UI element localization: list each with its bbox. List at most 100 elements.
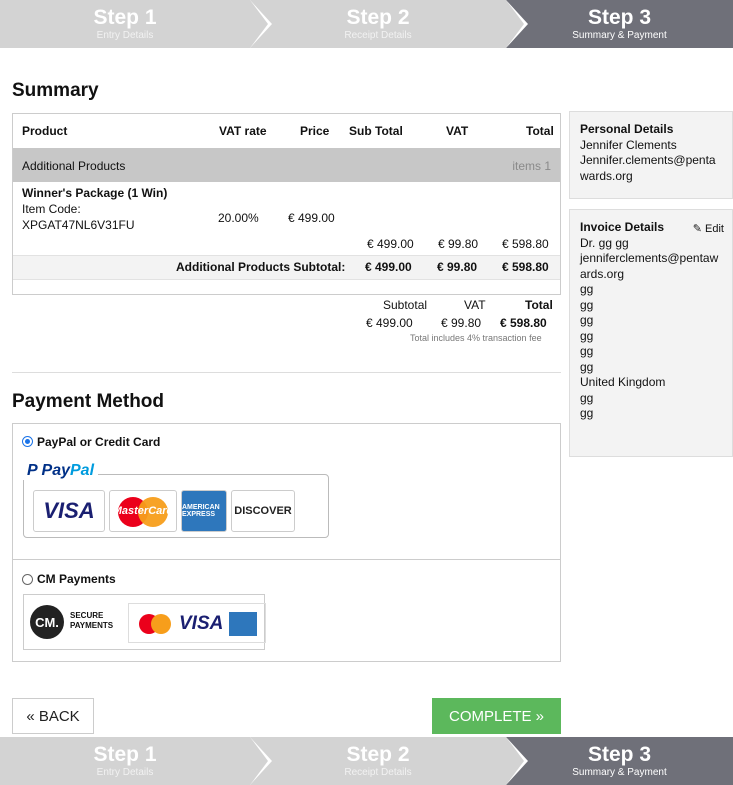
- totals-total: € 598.80: [500, 316, 547, 330]
- totals-subtotal: € 499.00: [366, 316, 413, 330]
- cm-payments-radio[interactable]: [22, 574, 33, 585]
- paypal-logo-pay: Pay: [41, 462, 70, 479]
- item-vat: € 99.80: [438, 237, 479, 251]
- payment-method-heading: Payment Method: [12, 391, 165, 412]
- group-subtotal-sub-total: € 499.00: [365, 260, 412, 274]
- group-name: Additional Products: [22, 159, 126, 173]
- summary-heading: Summary: [12, 80, 99, 101]
- group-subtotal-total: € 598.80: [502, 260, 549, 274]
- transaction-fee-note: Total includes 4% transaction fee: [410, 333, 542, 343]
- personal-email-line2: wards.org: [580, 168, 633, 183]
- personal-details-panel: Personal Details Jennifer Clements Jenni…: [569, 111, 733, 199]
- group-subtotal-vat: € 99.80: [437, 260, 478, 274]
- group-subtotal-label: Additional Products Subtotal:: [176, 260, 346, 274]
- totals-vat-label: VAT: [464, 298, 486, 312]
- step-3: Step 3 Summary & Payment: [506, 737, 733, 785]
- cm-payments-option-label[interactable]: CM Payments: [37, 572, 116, 586]
- step-1-label: Entry Details: [96, 767, 154, 778]
- invoice-line: gg: [580, 297, 594, 312]
- invoice-line: gg: [580, 328, 594, 343]
- paypal-logo-pal: Pal: [70, 462, 95, 479]
- cm-payments-logos: CM. SECURE PAYMENTS VISA: [23, 594, 266, 650]
- personal-details-title: Personal Details: [580, 122, 674, 136]
- step-3: Step 3 Summary & Payment: [506, 0, 733, 48]
- col-vat-rate: VAT rate: [219, 124, 267, 138]
- item-code: XPGAT47NL6V31FU: [22, 218, 135, 232]
- col-vat: VAT: [446, 124, 469, 138]
- paypal-radio[interactable]: [22, 436, 33, 447]
- cm-text-line2: PAYMENTS: [70, 621, 114, 630]
- invoice-line: gg: [580, 390, 594, 405]
- invoice-country: United Kingdom: [580, 375, 666, 389]
- invoice-edit-label: Edit: [705, 223, 724, 235]
- amex-small-icon: [229, 612, 257, 636]
- group-subtotal-row: Additional Products Subtotal: € 499.00 €…: [13, 255, 560, 280]
- step-1: Step 1 Entry Details: [0, 737, 272, 785]
- paypal-option-label[interactable]: PayPal or Credit Card: [37, 435, 160, 449]
- step-2: Step 2 Receipt Details: [250, 0, 528, 48]
- invoice-line: Dr. gg gg: [580, 235, 629, 250]
- totals-vat: € 99.80: [441, 316, 482, 330]
- step-1-number: Step 1: [93, 6, 157, 29]
- item-sub-total: € 499.00: [367, 237, 414, 251]
- mastercard-logo-text: MasterCard: [112, 505, 174, 517]
- col-sub-total: Sub Total: [349, 124, 403, 138]
- step-2-number: Step 2: [346, 743, 410, 766]
- group-count: items 1: [512, 159, 551, 173]
- step-3-label: Summary & Payment: [572, 30, 667, 41]
- mastercard-small-icon-2: [151, 614, 171, 634]
- step-2: Step 2 Receipt Details: [250, 737, 528, 785]
- step-1-label: Entry Details: [96, 30, 154, 41]
- item-total: € 598.80: [502, 237, 549, 251]
- invoice-line: gg: [580, 344, 594, 358]
- step-progress-top: Step 1 Entry Details Step 2 Receipt Deta…: [0, 0, 733, 48]
- item-price: € 499.00: [288, 211, 335, 225]
- pencil-icon: ✎: [692, 223, 702, 235]
- item-vat-rate: 20.00%: [218, 211, 259, 225]
- cm-text-line1: SECURE: [70, 611, 104, 620]
- paypal-p-icon: P: [27, 462, 38, 479]
- section-divider: [12, 372, 561, 373]
- personal-email-line1: Jennifer.clements@penta: [580, 153, 716, 167]
- amex-logo: AMERICAN EXPRESS: [181, 490, 227, 532]
- group-row: Additional Products items 1: [13, 148, 560, 182]
- item-name: Winner's Package (1 Win): [22, 186, 168, 200]
- invoice-line: gg: [580, 282, 594, 296]
- invoice-edit-link[interactable]: ✎ Edit: [693, 222, 724, 238]
- invoice-line: ards.org: [580, 266, 625, 281]
- step-2-label: Receipt Details: [344, 30, 412, 41]
- back-button[interactable]: « BACK: [12, 698, 94, 734]
- discover-logo: DISCOVER: [231, 490, 295, 532]
- payment-separator: [13, 559, 560, 560]
- cm-logo: CM.: [30, 605, 64, 639]
- invoice-line: gg: [580, 313, 594, 327]
- step-3-number: Step 3: [587, 743, 652, 766]
- step-3-label: Summary & Payment: [572, 767, 667, 778]
- step-3-number: Step 3: [587, 6, 652, 29]
- paypal-logo: P PayPal: [23, 462, 99, 480]
- item-code-label: Item Code:: [22, 202, 81, 216]
- invoice-line: gg: [580, 359, 594, 374]
- col-price: Price: [300, 124, 330, 138]
- visa-small-logo: VISA: [179, 613, 224, 634]
- cm-card-logos: VISA: [128, 603, 266, 643]
- step-2-number: Step 2: [346, 6, 410, 29]
- complete-button[interactable]: COMPLETE »: [432, 698, 561, 734]
- invoice-details-panel: Invoice Details ✎ Edit Dr. gg gg jennife…: [569, 209, 733, 457]
- discover-logo-text: DISCOVER: [234, 505, 292, 517]
- cm-secure-payments-text: SECURE PAYMENTS: [70, 611, 113, 631]
- personal-name: Jennifer Clements: [580, 137, 677, 152]
- step-1: Step 1 Entry Details: [0, 0, 272, 48]
- invoice-line: gg: [580, 406, 594, 420]
- invoice-line: jenniferclements@pentaw: [580, 251, 719, 265]
- mastercard-logo: MasterCard: [109, 490, 177, 532]
- summary-table: Product VAT rate Price Sub Total VAT Tot…: [12, 113, 561, 295]
- visa-logo: VISA: [33, 490, 105, 532]
- col-product: Product: [22, 124, 68, 138]
- totals-total-label: Total: [525, 298, 553, 312]
- totals-subtotal-label: Subtotal: [383, 298, 428, 312]
- col-total: Total: [526, 124, 554, 138]
- step-progress-bottom: Step 1 Entry Details Step 2 Receipt Deta…: [0, 737, 733, 785]
- step-1-number: Step 1: [93, 743, 157, 766]
- payment-options: PayPal or Credit Card P PayPal VISA Mast…: [12, 423, 561, 662]
